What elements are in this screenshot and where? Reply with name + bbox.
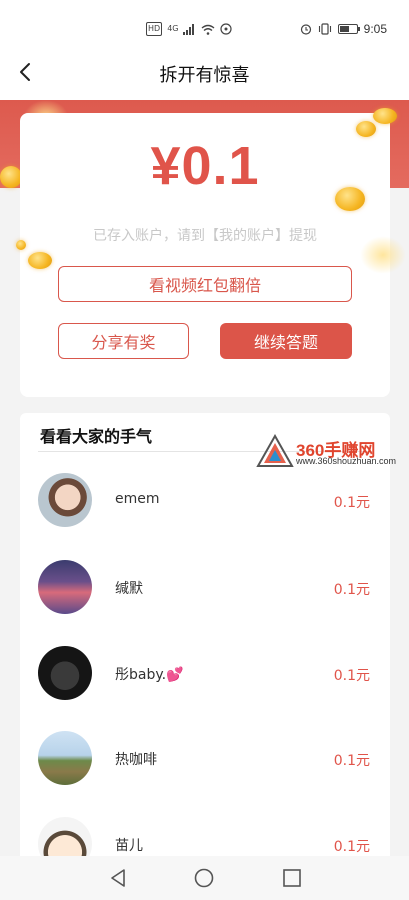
user-amount: 0.1元	[333, 495, 370, 511]
share-reward-button[interactable]: 分享有奖	[58, 323, 189, 359]
user-name: 苗儿	[115, 838, 143, 854]
user-amount: 0.1元	[333, 582, 370, 598]
stored-tip: 已存入账户，请到【我的账户】提现	[93, 228, 317, 244]
battery-icon	[337, 24, 360, 34]
status-left-icons: HD 4G	[146, 22, 233, 36]
vibrate-icon	[318, 23, 331, 35]
coin-decoration	[356, 121, 376, 137]
coin-decoration	[335, 187, 365, 211]
coin-decoration	[373, 108, 397, 124]
avatar	[38, 731, 92, 785]
user-name: 彤baby.💕	[115, 667, 184, 683]
watermark-url: www.360shouzhuan.com	[296, 456, 397, 466]
nav-home-icon[interactable]	[192, 866, 216, 890]
reward-card: ¥0.1 已存入账户，请到【我的账户】提现 看视频红包翻倍 分享有奖 继续答题	[20, 113, 390, 397]
nav-back-icon[interactable]	[106, 866, 130, 890]
status-bar: HD 4G 9:05	[0, 0, 409, 46]
page-title: 拆开有惊喜	[159, 65, 250, 86]
watermark-logo: 360手赚网 www.360shouzhuan.com	[256, 432, 406, 472]
network-4g-icon: 4G	[167, 24, 179, 33]
status-right-icons: 9:05	[300, 22, 387, 36]
list-item: 缄默 0.1元	[20, 560, 390, 646]
reward-amount: ¥0.1	[150, 136, 260, 196]
user-name: 热咖啡	[115, 752, 157, 768]
list-item: emem 0.1元	[20, 473, 390, 559]
list-item: 热咖啡 0.1元	[20, 731, 390, 817]
luck-list-card: 看看大家的手气 emem 0.1元 缄默 0.1元 彤baby.💕 0.1元 热…	[20, 413, 390, 873]
user-name: 缄默	[115, 581, 143, 597]
nfc-icon	[220, 23, 233, 35]
nav-bar: 拆开有惊喜	[0, 46, 409, 100]
list-title: 看看大家的手气	[40, 427, 153, 446]
signal-icon	[183, 23, 195, 35]
wifi-icon	[202, 24, 215, 35]
watch-video-double-button[interactable]: 看视频红包翻倍	[58, 266, 352, 302]
coin-decoration	[0, 166, 22, 188]
coin-decoration	[28, 252, 52, 269]
user-amount: 0.1元	[333, 839, 370, 855]
alarm-icon	[300, 24, 311, 35]
hd-icon: HD	[146, 22, 163, 36]
avatar	[38, 560, 92, 614]
avatar	[38, 473, 92, 527]
status-time: 9:05	[363, 22, 387, 36]
user-amount: 0.1元	[333, 753, 370, 769]
watermark-logo-icon	[256, 434, 294, 467]
coin-glow-decoration	[360, 236, 406, 274]
system-nav-bar	[0, 856, 409, 900]
list-item: 彤baby.💕 0.1元	[20, 646, 390, 732]
nav-recents-icon[interactable]	[280, 866, 304, 890]
coin-decoration	[16, 240, 26, 250]
user-amount: 0.1元	[333, 668, 370, 684]
avatar	[38, 646, 92, 700]
continue-answer-button[interactable]: 继续答题	[220, 323, 352, 359]
user-name: emem	[115, 491, 160, 507]
